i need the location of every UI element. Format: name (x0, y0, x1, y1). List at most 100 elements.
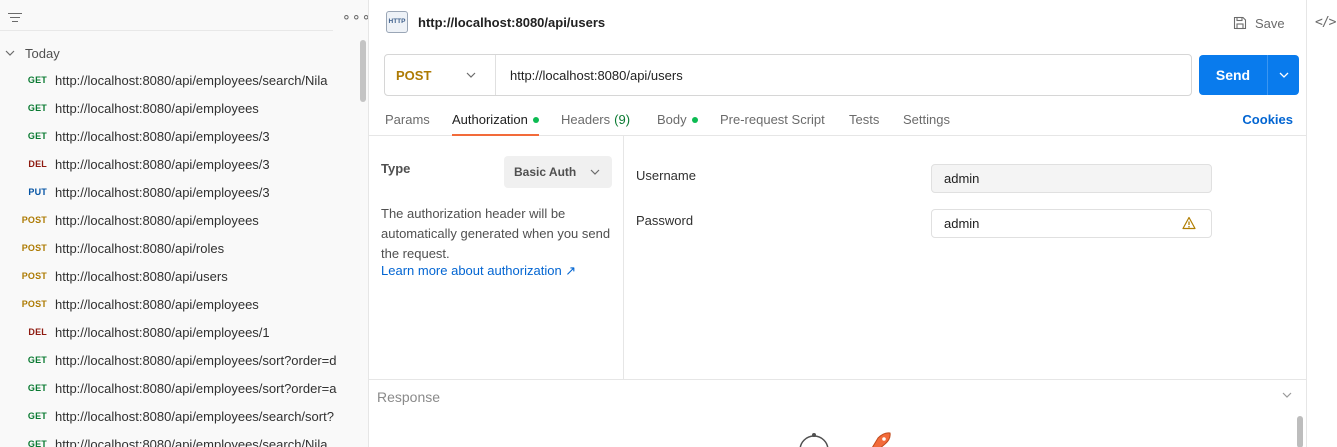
password-label: Password (636, 213, 694, 228)
username-label: Username (636, 168, 696, 183)
rocket-illustration-icon (799, 432, 891, 447)
tab-body[interactable]: Body (657, 103, 698, 136)
username-field[interactable] (931, 164, 1212, 193)
history-item-url: http://localhost:8080/api/employees/sort… (55, 352, 337, 368)
history-item-url: http://localhost:8080/api/employees/sear… (55, 408, 334, 424)
request-title[interactable]: http://localhost:8080/api/users (418, 15, 605, 30)
sidebar-toolbar: ⚬⚬⚬ (0, 0, 368, 38)
more-options-icon[interactable]: ⚬⚬⚬ (341, 11, 368, 24)
history-item[interactable]: POST http://localhost:8080/api/roles (0, 234, 355, 262)
response-label: Response (377, 389, 441, 405)
tab-params[interactable]: Params (385, 103, 430, 136)
url-input[interactable] (496, 55, 1186, 95)
cookies-link[interactable]: Cookies (1242, 112, 1293, 127)
auth-fields-panel: Username Password (625, 136, 1306, 379)
status-dot-icon (532, 117, 539, 123)
history-item[interactable]: GET http://localhost:8080/api/employees/… (0, 122, 355, 150)
password-field[interactable] (931, 209, 1212, 238)
chevron-down-icon (590, 169, 600, 175)
history-item-url: http://localhost:8080/api/employees/sear… (55, 436, 328, 447)
history-item[interactable]: GET http://localhost:8080/api/employees/… (0, 430, 355, 447)
history-item[interactable]: GET http://localhost:8080/api/employees/… (0, 374, 355, 402)
request-tabs: Params Authorization Headers (9) Body Pre… (369, 103, 1306, 136)
method-badge: GET (27, 383, 47, 393)
method-badge: GET (27, 411, 47, 421)
history-filter-input[interactable] (0, 7, 333, 31)
tab-label: Params (385, 112, 430, 127)
auth-type-panel: Type Basic Auth The authorization header… (369, 136, 624, 379)
method-badge: PUT (28, 187, 47, 197)
method-badge: POST (21, 215, 47, 225)
chevron-down-icon (1279, 72, 1288, 78)
history-item-url: http://localhost:8080/api/roles (55, 240, 225, 256)
history-item[interactable]: GET http://localhost:8080/api/employees (0, 94, 355, 122)
chevron-down-icon[interactable] (1282, 390, 1292, 400)
history-item[interactable]: DEL http://localhost:8080/api/employees/… (0, 318, 355, 346)
warning-icon[interactable] (1182, 216, 1196, 230)
tab-headers[interactable]: Headers (9) (561, 103, 630, 136)
tab-label: Settings (903, 112, 950, 127)
history-item-url: http://localhost:8080/api/employees/1 (55, 324, 270, 340)
tab-settings[interactable]: Settings (903, 103, 950, 136)
history-item[interactable]: POST http://localhost:8080/api/employees (0, 206, 355, 234)
history-group-today[interactable]: Today (0, 43, 355, 63)
tab-tests[interactable]: Tests (849, 103, 879, 136)
history-item[interactable]: GET http://localhost:8080/api/employees/… (0, 402, 355, 430)
tab-authorization[interactable]: Authorization (452, 103, 539, 136)
filter-icon[interactable] (8, 11, 22, 25)
history-item-url: http://localhost:8080/api/users (55, 268, 228, 284)
history-item-url: http://localhost:8080/api/employees/3 (55, 184, 270, 200)
headers-count: (9) (614, 112, 631, 127)
sidebar-scrollbar[interactable] (360, 40, 366, 102)
history-item-url: http://localhost:8080/api/employees/sort… (55, 380, 337, 396)
history-item[interactable]: PUT http://localhost:8080/api/employees/… (0, 178, 355, 206)
http-request-icon: HTTP (386, 11, 408, 33)
method-badge: GET (27, 355, 47, 365)
history-item-url: http://localhost:8080/api/employees (55, 212, 259, 228)
tab-label: Authorization (452, 112, 528, 127)
method-badge: POST (21, 299, 47, 309)
code-snippet-icon[interactable]: </> (1315, 15, 1337, 30)
auth-type-label: Type (381, 161, 411, 176)
request-header: HTTP http://localhost:8080/api/users Sav… (369, 0, 1306, 46)
method-badge: GET (27, 131, 47, 141)
auth-type-select[interactable]: Basic Auth (504, 156, 612, 188)
send-options-button[interactable] (1267, 55, 1299, 95)
send-button[interactable]: Send (1199, 55, 1267, 95)
tab-label: Pre-request Script (720, 112, 825, 127)
history-item[interactable]: POST http://localhost:8080/api/employees (0, 290, 355, 318)
method-value: POST (396, 67, 432, 83)
url-bar: POST (384, 54, 1192, 96)
history-group-label: Today (25, 45, 60, 61)
history-sidebar: ⚬⚬⚬ Today GET http://localhost:8080/api/… (0, 0, 369, 447)
send-button-group: Send (1199, 55, 1299, 95)
tab-pre-request-script[interactable]: Pre-request Script (720, 103, 825, 136)
history-item[interactable]: GET http://localhost:8080/api/employees/… (0, 66, 355, 94)
save-button[interactable]: Save (1233, 14, 1285, 32)
method-badge: DEL (28, 327, 47, 337)
history-item-url: http://localhost:8080/api/employees (55, 296, 259, 312)
method-select[interactable]: POST (385, 55, 496, 95)
history-item[interactable]: POST http://localhost:8080/api/users (0, 262, 355, 290)
method-badge: GET (27, 103, 47, 113)
history-item[interactable]: DEL http://localhost:8080/api/employees/… (0, 150, 355, 178)
chevron-down-icon (5, 50, 15, 56)
method-badge: POST (21, 271, 47, 281)
auth-description: The authorization header will be automat… (381, 206, 611, 261)
tab-label: Body (657, 112, 687, 127)
status-dot-icon (691, 117, 698, 123)
save-icon (1233, 16, 1247, 30)
history-item-url: http://localhost:8080/api/employees/3 (55, 128, 270, 144)
method-badge: POST (21, 243, 47, 253)
auth-type-value: Basic Auth (514, 165, 577, 179)
learn-more-link[interactable]: Learn more about authorization ↗ (381, 263, 576, 279)
tab-label: Tests (849, 112, 880, 127)
save-label: Save (1255, 15, 1285, 31)
response-scrollbar[interactable] (1297, 416, 1303, 447)
history-item-url: http://localhost:8080/api/employees/sear… (55, 72, 328, 88)
history-item-url: http://localhost:8080/api/employees/3 (55, 156, 270, 172)
method-badge: DEL (28, 159, 47, 169)
tab-label: Headers (561, 112, 611, 127)
history-item-url: http://localhost:8080/api/employees (55, 100, 259, 116)
history-item[interactable]: GET http://localhost:8080/api/employees/… (0, 346, 355, 374)
